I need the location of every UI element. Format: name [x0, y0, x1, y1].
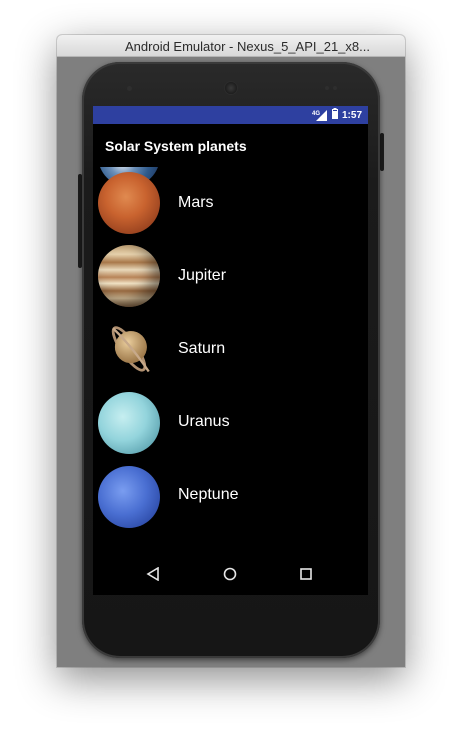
list-item[interactable]: Neptune [93, 459, 368, 532]
svg-text:4G: 4G [312, 111, 320, 117]
recents-icon [300, 568, 312, 580]
app-bar: Solar System planets [93, 124, 368, 167]
recents-button[interactable] [296, 564, 316, 584]
uranus-icon [98, 392, 160, 454]
planet-label: Jupiter [178, 267, 227, 284]
list-item[interactable]: Jupiter [93, 240, 368, 313]
navigation-bar [93, 552, 368, 595]
window-titlebar[interactable]: Android Emulator - Nexus_5_API_21_x8... [57, 35, 405, 57]
list-item[interactable]: Saturn [93, 313, 368, 386]
jupiter-icon [98, 245, 160, 307]
network-signal-icon: 4G [312, 109, 328, 121]
light-sensor [333, 86, 337, 90]
status-time: 1:57 [341, 109, 362, 121]
list-item[interactable]: Uranus [93, 386, 368, 459]
home-button[interactable] [220, 564, 240, 584]
home-icon [223, 567, 237, 581]
neptune-icon [98, 466, 160, 528]
back-button[interactable] [143, 564, 163, 584]
planet-label: Saturn [178, 340, 226, 357]
saturn-icon [111, 326, 150, 373]
list-item[interactable]: Mars [93, 167, 368, 240]
phone-screen: 4G 1:57 Solar System planets Mars Jupite… [93, 106, 368, 595]
phone-power-button[interactable] [380, 133, 384, 171]
front-camera-icon [127, 86, 132, 91]
window-title: Android Emulator - Nexus_5_API_21_x8... [125, 39, 370, 54]
mars-icon [98, 172, 160, 234]
planet-label: Uranus [178, 413, 230, 430]
back-icon [146, 567, 159, 581]
planet-label: Mars [178, 194, 214, 211]
earpiece-speaker [225, 82, 237, 94]
status-bar: 4G 1:57 [93, 106, 368, 124]
proximity-sensor [325, 86, 329, 90]
planet-list[interactable]: Mars Jupiter Saturn Uranus Neptune [93, 167, 368, 552]
planet-label: Neptune [178, 486, 239, 503]
app-title: Solar System planets [105, 138, 247, 154]
battery-icon [331, 106, 338, 124]
